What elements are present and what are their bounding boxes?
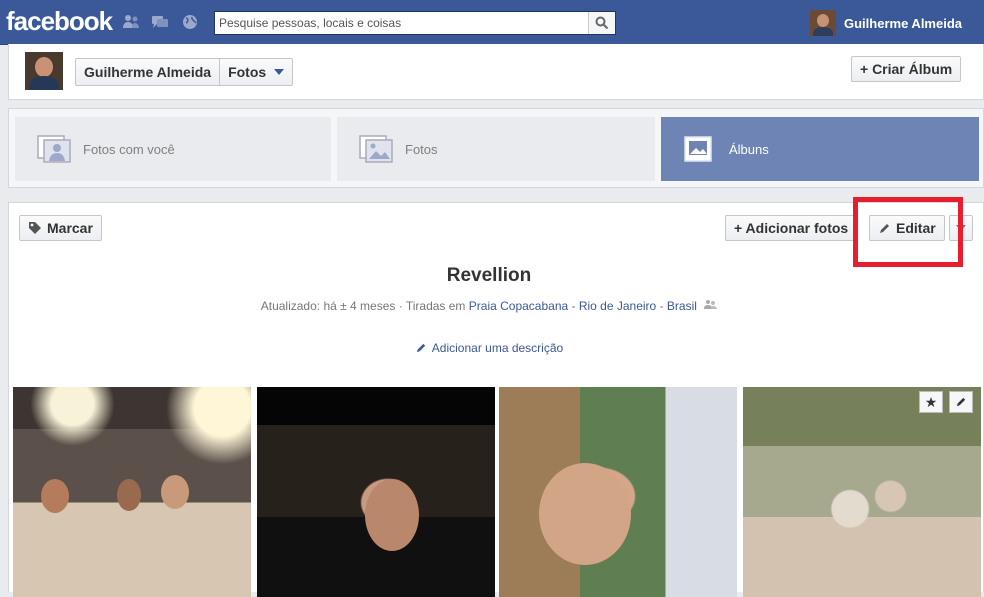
add-description-link[interactable]: Adicionar uma descrição [9, 341, 969, 355]
album-photo[interactable] [257, 387, 495, 597]
person-figure [117, 479, 141, 511]
tab-photos-of-you-label: Fotos com você [83, 141, 175, 157]
tag-button[interactable]: Marcar [19, 215, 102, 241]
profile-name-button[interactable]: Guilherme Almeida [76, 59, 219, 85]
person-figure [365, 479, 419, 551]
pencil-icon [956, 397, 966, 407]
edit-album-button[interactable]: Editar [869, 215, 945, 241]
album-photo[interactable]: ★ [743, 387, 981, 597]
notifications-globe-icon[interactable] [181, 14, 199, 30]
profile-selector: Guilherme Almeida Fotos [75, 58, 294, 86]
tab-photos-of-you[interactable]: Fotos com você [15, 117, 331, 181]
profile-avatar[interactable] [25, 52, 63, 90]
tab-albums[interactable]: Álbuns [661, 117, 979, 181]
album-content: Marcar + Adicionar fotos Editar Revellio… [8, 197, 984, 597]
tag-icon [29, 222, 41, 234]
messages-icon[interactable] [151, 14, 169, 30]
make-cover-star-icon[interactable]: ★ [919, 391, 943, 413]
albums-icon [684, 136, 712, 162]
top-user-link[interactable]: Guilherme Almeida [810, 10, 962, 36]
photo-of-you-icon [37, 135, 71, 163]
create-album-button[interactable]: + Criar Álbum [851, 56, 962, 82]
location-country-link[interactable]: Brasil [667, 299, 697, 313]
top-user-name: Guilherme Almeida [844, 15, 962, 31]
chevron-down-icon [956, 225, 966, 231]
edit-photo-pencil-icon[interactable] [949, 391, 973, 413]
location-city-link[interactable]: Rio de Janeiro [579, 299, 656, 313]
privacy-friends-icon[interactable] [704, 299, 718, 310]
search-button[interactable] [588, 12, 615, 34]
profile-header: Guilherme Almeida Fotos + Criar Álbum [8, 44, 984, 100]
more-options-button[interactable] [949, 215, 973, 241]
album-metadata: Atualizado: há ± 4 meses · Tiradas em Pr… [9, 299, 969, 313]
album-photo[interactable] [13, 387, 251, 597]
album-title: Revellion [446, 265, 532, 286]
tab-albums-label: Álbuns [729, 141, 769, 157]
user-avatar [810, 10, 836, 36]
location-beach-link[interactable]: Praia Copacabana [469, 299, 568, 313]
pencil-icon [880, 223, 889, 233]
add-photos-button[interactable]: + Adicionar fotos [725, 215, 858, 241]
add-description-label: Adicionar uma descrição [431, 341, 564, 355]
search-input[interactable] [219, 14, 589, 32]
search-box [214, 11, 616, 35]
edit-album-label: Editar [896, 220, 936, 236]
section-selector-button[interactable]: Fotos [219, 59, 292, 85]
photos-icon [359, 135, 393, 163]
person-figure [539, 463, 631, 565]
person-figure [161, 475, 189, 509]
photos-tabs: Fotos com você Fotos Álbuns [8, 108, 984, 188]
album-photo[interactable] [499, 387, 737, 597]
tab-photos-label: Fotos [405, 141, 438, 157]
friend-requests-icon[interactable] [122, 14, 140, 30]
album-updated-info: Atualizado: há ± 4 meses · Tiradas em [260, 299, 466, 313]
tag-button-label: Marcar [47, 220, 93, 236]
person-figure [41, 479, 69, 513]
search-icon [595, 16, 609, 30]
top-navigation-bar: facebook Guilherme Almeida [0, 0, 984, 45]
facebook-logo[interactable]: facebook [6, 6, 113, 37]
chevron-down-icon [274, 69, 285, 75]
section-selector-label: Fotos [228, 64, 267, 80]
tab-photos[interactable]: Fotos [337, 117, 655, 181]
pencil-icon [416, 343, 425, 353]
